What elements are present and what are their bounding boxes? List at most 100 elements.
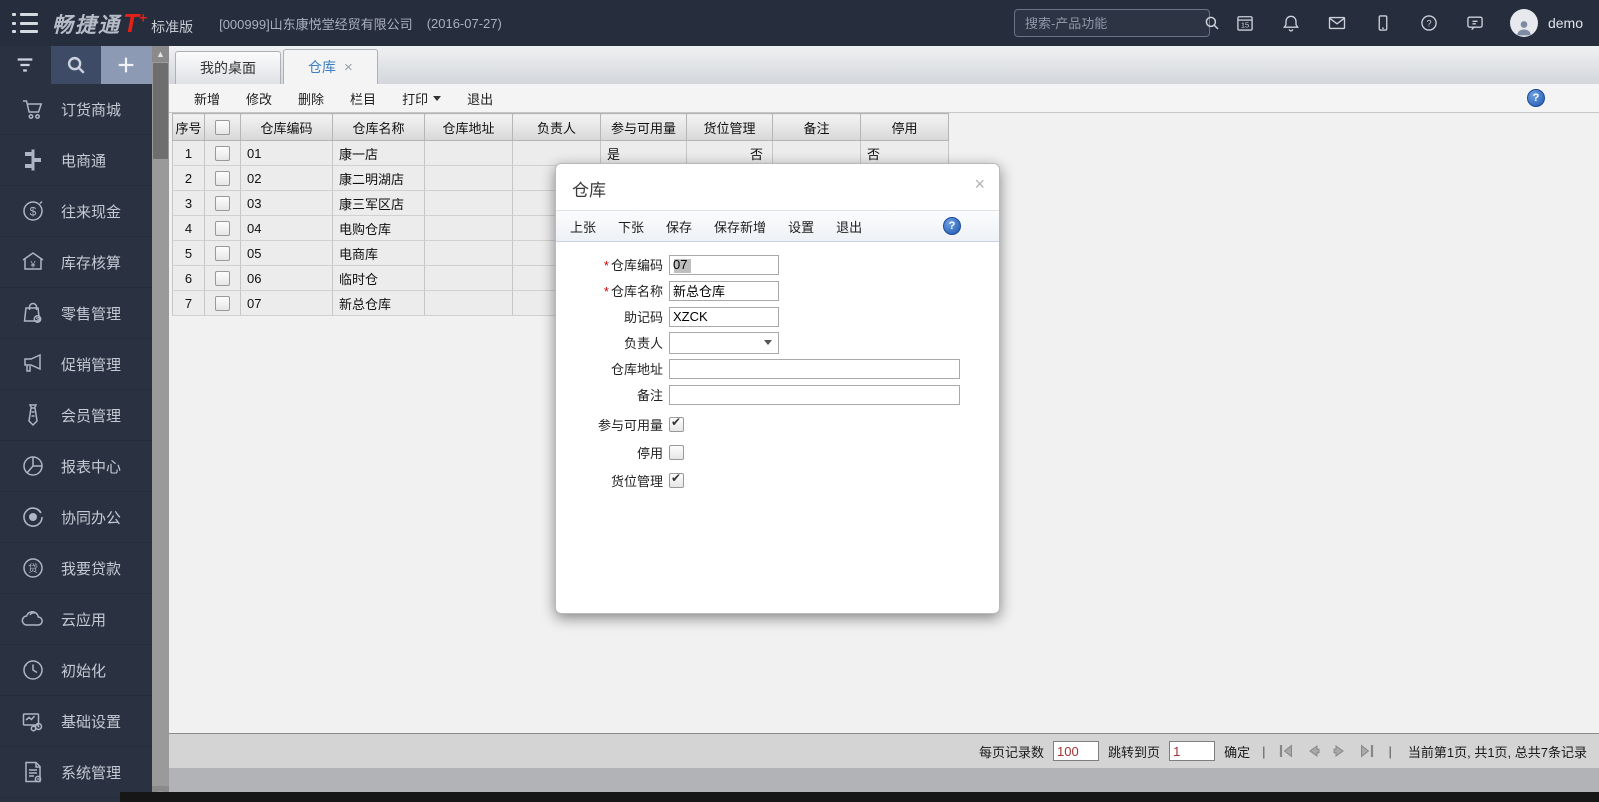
tab-warehouse[interactable]: 仓库×: [283, 49, 378, 84]
row-select-cell[interactable]: [205, 216, 241, 241]
select-all-checkbox[interactable]: [215, 120, 230, 135]
dialog-form: *仓库编码 *仓库名称 助记码 负责人 仓库地址: [556, 242, 999, 492]
table-cell: 电商库: [333, 241, 425, 266]
sidebar-item-report[interactable]: 报表中心: [0, 441, 152, 492]
avail-checkbox[interactable]: [669, 417, 684, 432]
note-label: 备注: [556, 385, 669, 404]
name-input[interactable]: [669, 281, 779, 301]
manager-select[interactable]: [669, 332, 779, 354]
dialog-prev-record-button[interactable]: 上张: [570, 217, 596, 236]
column-header: 仓库编码: [241, 114, 333, 141]
sidebar-filter-button[interactable]: [0, 46, 51, 84]
address-input[interactable]: [669, 359, 960, 379]
table-cell: 是: [601, 141, 687, 166]
tab-close-icon[interactable]: ×: [344, 59, 353, 76]
sidebar-item-label: 系统管理: [61, 762, 121, 783]
sidebar-item-collaboration[interactable]: 协同办公: [0, 492, 152, 543]
modify-button[interactable]: 修改: [233, 89, 285, 108]
sidebar-item-basic-settings[interactable]: 基础设置: [0, 696, 152, 747]
toolbar-help-icon[interactable]: ?: [1527, 89, 1545, 107]
sidebar-item-initialize[interactable]: 初始化: [0, 645, 152, 696]
sidebar-item-order-mall[interactable]: 订货商城: [0, 84, 152, 135]
feedback-chat-icon[interactable]: [1464, 12, 1486, 34]
row-checkbox[interactable]: [215, 146, 230, 161]
search-input[interactable]: [1023, 15, 1203, 32]
sidebar-search-button[interactable]: [51, 46, 102, 84]
svg-text:?: ?: [1426, 18, 1431, 28]
dialog-save-button[interactable]: 保存: [666, 217, 692, 236]
row-select-cell[interactable]: [205, 191, 241, 216]
code-input[interactable]: [669, 255, 779, 275]
sidebar-item-inventory[interactable]: ¥库存核算: [0, 237, 152, 288]
sidebar-item-ecommerce[interactable]: 电商通: [0, 135, 152, 186]
search-icon[interactable]: [1203, 14, 1221, 32]
goto-page-input[interactable]: [1169, 741, 1215, 761]
last-page-button[interactable]: [1358, 744, 1376, 759]
row-checkbox[interactable]: [215, 296, 230, 311]
delete-button[interactable]: 删除: [285, 89, 337, 108]
dialog-save-and-new-button[interactable]: 保存新增: [714, 217, 766, 236]
next-page-button[interactable]: [1331, 744, 1349, 759]
row-select-cell[interactable]: [205, 141, 241, 166]
manager-label: 负责人: [556, 333, 669, 352]
print-button[interactable]: 打印: [389, 89, 454, 108]
dialog-next-record-button[interactable]: 下张: [618, 217, 644, 236]
mnemonic-input[interactable]: [669, 307, 779, 327]
per-page-input[interactable]: [1053, 741, 1099, 761]
mail-icon[interactable]: [1326, 12, 1348, 34]
table-cell: 新总仓库: [333, 291, 425, 316]
loan-icon: 贷: [20, 555, 46, 581]
row-checkbox[interactable]: [215, 271, 230, 286]
add-button[interactable]: 新增: [181, 89, 233, 108]
scrollbar-thumb[interactable]: [153, 63, 168, 159]
cash-icon: $: [20, 198, 46, 224]
sidebar-scrollbar[interactable]: ▲ ▼: [152, 46, 169, 802]
sidebar-item-loan[interactable]: 贷我要贷款: [0, 543, 152, 594]
sidebar-item-retail[interactable]: $零售管理: [0, 288, 152, 339]
mobile-icon[interactable]: [1372, 12, 1394, 34]
sidebar-add-button[interactable]: [101, 46, 152, 84]
row-checkbox[interactable]: [215, 196, 230, 211]
table-cell: 04: [241, 216, 333, 241]
dialog-help-icon[interactable]: ?: [943, 217, 961, 235]
sidebar-item-promotion[interactable]: 促销管理: [0, 339, 152, 390]
calendar-icon[interactable]: 15: [1234, 12, 1256, 34]
prev-page-button[interactable]: [1304, 744, 1322, 759]
toolbar-button-label: 打印: [402, 89, 428, 108]
table-cell: 2: [173, 166, 205, 191]
row-select-cell[interactable]: [205, 241, 241, 266]
note-input[interactable]: [669, 385, 960, 405]
main-menu-icon[interactable]: [12, 13, 38, 33]
row-select-cell[interactable]: [205, 266, 241, 291]
table-cell: 7: [173, 291, 205, 316]
dialog-settings-button[interactable]: 设置: [788, 217, 814, 236]
first-page-button[interactable]: [1277, 744, 1295, 759]
column-header: 仓库地址: [425, 114, 513, 141]
notification-bell-icon[interactable]: [1280, 12, 1302, 34]
columns-button[interactable]: 栏目: [337, 89, 389, 108]
user-avatar[interactable]: [1510, 9, 1538, 37]
dialog-close-icon[interactable]: ×: [974, 174, 985, 195]
help-icon[interactable]: ?: [1418, 12, 1440, 34]
sidebar-item-cash[interactable]: $往来现金: [0, 186, 152, 237]
stop-checkbox[interactable]: [669, 445, 684, 460]
row-checkbox[interactable]: [215, 246, 230, 261]
exit-button[interactable]: 退出: [454, 89, 506, 108]
dialog-exit-button[interactable]: 退出: [836, 217, 862, 236]
sidebar-item-system[interactable]: 系统管理: [0, 747, 152, 798]
row-select-cell[interactable]: [205, 166, 241, 191]
select-all-header[interactable]: [205, 114, 241, 141]
sidebar-item-member[interactable]: 会员管理: [0, 390, 152, 441]
goto-confirm-button[interactable]: 确定: [1224, 742, 1250, 761]
sidebar-item-label: 会员管理: [61, 405, 121, 426]
tab-my-desktop[interactable]: 我的桌面: [175, 51, 281, 84]
row-checkbox[interactable]: [215, 171, 230, 186]
sidebar-item-cloud-app[interactable]: 云应用: [0, 594, 152, 645]
sidebar-item-label: 协同办公: [61, 507, 121, 528]
row-select-cell[interactable]: [205, 291, 241, 316]
location-checkbox[interactable]: [669, 473, 684, 488]
row-checkbox[interactable]: [215, 221, 230, 236]
scroll-up-icon[interactable]: ▲: [152, 46, 169, 62]
table-row[interactable]: 101康一店是否否: [173, 141, 949, 166]
report-icon: [20, 453, 46, 479]
